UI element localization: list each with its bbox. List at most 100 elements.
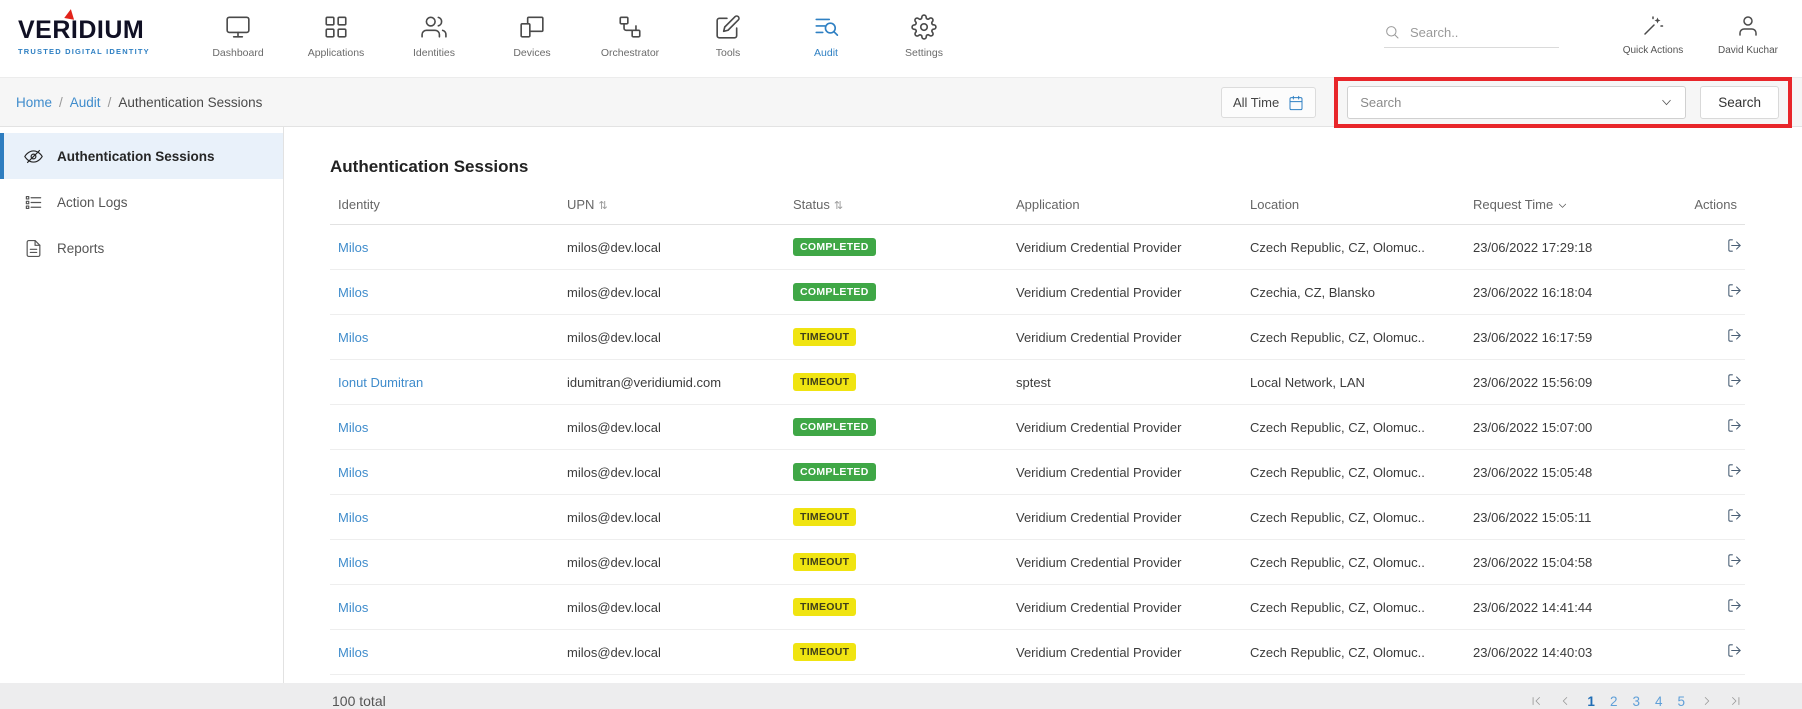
column-header-request-time[interactable]: Request Time	[1465, 183, 1670, 225]
location-cell: Czech Republic, CZ, Olomuc..	[1242, 495, 1465, 540]
dashboard-icon	[225, 14, 251, 40]
table-footer: 100 total 1 2 3 4 5	[330, 693, 1745, 709]
identity-link[interactable]: Milos	[338, 285, 368, 300]
nav-item-dashboard[interactable]: Dashboard	[202, 8, 274, 59]
magic-wand-icon	[1641, 14, 1665, 38]
table-row: Milos milos@dev.local COMPLETED Veridium…	[330, 450, 1745, 495]
open-session-icon[interactable]	[1726, 552, 1743, 569]
search-dropdown-placeholder: Search	[1360, 95, 1401, 110]
status-badge: COMPLETED	[793, 238, 876, 256]
table-row: Milos milos@dev.local TIMEOUT Veridium C…	[330, 495, 1745, 540]
upn-cell: idumitran@veridiumid.com	[559, 360, 785, 405]
user-menu[interactable]: David Kuchar	[1708, 10, 1788, 56]
top-search	[1384, 24, 1559, 48]
identity-link[interactable]: Milos	[338, 330, 368, 345]
request-time-cell: 23/06/2022 15:56:09	[1465, 360, 1670, 405]
time-filter-button[interactable]: All Time	[1221, 87, 1316, 118]
next-page-button[interactable]	[1700, 694, 1714, 708]
nav-item-devices[interactable]: Devices	[496, 8, 568, 59]
page-number-5[interactable]: 5	[1677, 694, 1685, 709]
open-session-icon[interactable]	[1726, 462, 1743, 479]
identity-link[interactable]: Milos	[338, 240, 368, 255]
application-cell: Veridium Credential Provider	[1008, 405, 1242, 450]
last-page-button[interactable]	[1729, 694, 1743, 708]
breadcrumb-home-link[interactable]: Home	[16, 95, 52, 110]
open-session-icon[interactable]	[1726, 372, 1743, 389]
sidebar-item-label: Authentication Sessions	[57, 149, 215, 164]
sidebar-item-authentication-sessions[interactable]: Authentication Sessions	[0, 133, 283, 179]
sidebar-item-label: Reports	[57, 241, 104, 256]
search-icon	[1384, 24, 1400, 40]
request-time-cell: 23/06/2022 17:29:18	[1465, 225, 1670, 270]
identity-link[interactable]: Milos	[338, 555, 368, 570]
column-header-upn[interactable]: UPN⇅	[559, 183, 785, 225]
identity-link[interactable]: Milos	[338, 645, 368, 660]
open-session-icon[interactable]	[1726, 327, 1743, 344]
veridium-logo: VERIDIUM TRUSTED DIGITAL IDENTITY	[18, 16, 178, 56]
open-session-icon[interactable]	[1726, 642, 1743, 659]
document-icon	[24, 239, 43, 258]
identity-link[interactable]: Milos	[338, 465, 368, 480]
location-cell: Czechia, CZ, Blansko	[1242, 270, 1465, 315]
open-session-icon[interactable]	[1726, 597, 1743, 614]
content-area: Authentication Sessions Action Logs Repo…	[0, 127, 1802, 683]
application-cell: Veridium Credential Provider	[1008, 585, 1242, 630]
nav-label: Tools	[716, 47, 741, 59]
topbar-right: Quick Actions David Kuchar	[1384, 10, 1788, 56]
column-header-status[interactable]: Status⇅	[785, 183, 1008, 225]
nav-label: Settings	[905, 47, 943, 59]
search-button[interactable]: Search	[1700, 86, 1779, 119]
breadcrumb-audit-link[interactable]: Audit	[70, 95, 101, 110]
page-number-1[interactable]: 1	[1587, 694, 1595, 709]
status-badge: TIMEOUT	[793, 328, 856, 346]
previous-page-button[interactable]	[1558, 694, 1572, 708]
nav-item-settings[interactable]: Settings	[888, 8, 960, 59]
status-badge: COMPLETED	[793, 463, 876, 481]
settings-icon	[911, 14, 937, 40]
sidebar-item-action-logs[interactable]: Action Logs	[0, 179, 283, 225]
request-time-cell: 23/06/2022 14:40:03	[1465, 630, 1670, 675]
upn-cell: milos@dev.local	[559, 540, 785, 585]
open-session-icon[interactable]	[1726, 507, 1743, 524]
identity-link[interactable]: Milos	[338, 510, 368, 525]
column-header-actions: Actions	[1670, 183, 1745, 225]
search-type-dropdown[interactable]: Search	[1347, 86, 1686, 119]
page-number-2[interactable]: 2	[1610, 694, 1618, 709]
request-time-cell: 23/06/2022 15:04:58	[1465, 540, 1670, 585]
page-number-3[interactable]: 3	[1632, 694, 1640, 709]
open-session-icon[interactable]	[1726, 282, 1743, 299]
identity-link[interactable]: Milos	[338, 420, 368, 435]
nav-item-applications[interactable]: Applications	[300, 8, 372, 59]
nav-item-tools[interactable]: Tools	[692, 8, 764, 59]
open-session-icon[interactable]	[1726, 237, 1743, 254]
application-cell: Veridium Credential Provider	[1008, 495, 1242, 540]
breadcrumb-bar: Home / Audit / Authentication Sessions A…	[0, 78, 1802, 127]
sidebar-item-reports[interactable]: Reports	[0, 225, 283, 271]
table-row: Milos milos@dev.local TIMEOUT Veridium C…	[330, 630, 1745, 675]
identity-link[interactable]: Milos	[338, 600, 368, 615]
open-session-icon[interactable]	[1726, 417, 1743, 434]
first-page-button[interactable]	[1529, 694, 1543, 708]
column-header-location: Location	[1242, 183, 1465, 225]
upn-cell: milos@dev.local	[559, 495, 785, 540]
request-time-cell: 23/06/2022 15:05:48	[1465, 450, 1670, 495]
column-header-application: Application	[1008, 183, 1242, 225]
application-cell: Veridium Credential Provider	[1008, 450, 1242, 495]
sort-updown-icon: ⇅	[598, 200, 607, 212]
nav-item-audit[interactable]: Audit	[790, 8, 862, 59]
top-search-input[interactable]	[1410, 25, 1540, 40]
quick-actions-button[interactable]: Quick Actions	[1614, 10, 1692, 56]
sidebar-item-label: Action Logs	[57, 195, 128, 210]
page-number-4[interactable]: 4	[1655, 694, 1663, 709]
identity-link[interactable]: Ionut Dumitran	[338, 375, 423, 390]
location-cell: Czech Republic, CZ, Olomuc..	[1242, 540, 1465, 585]
sessions-table: Identity UPN⇅ Status⇅ Application Locati…	[330, 183, 1745, 675]
application-cell: sptest	[1008, 360, 1242, 405]
location-cell: Czech Republic, CZ, Olomuc..	[1242, 225, 1465, 270]
upn-cell: milos@dev.local	[559, 225, 785, 270]
nav-item-identities[interactable]: Identities	[398, 8, 470, 59]
nav-item-orchestrator[interactable]: Orchestrator	[594, 8, 666, 59]
upn-cell: milos@dev.local	[559, 405, 785, 450]
upn-cell: milos@dev.local	[559, 585, 785, 630]
nav-label: Dashboard	[212, 47, 263, 59]
